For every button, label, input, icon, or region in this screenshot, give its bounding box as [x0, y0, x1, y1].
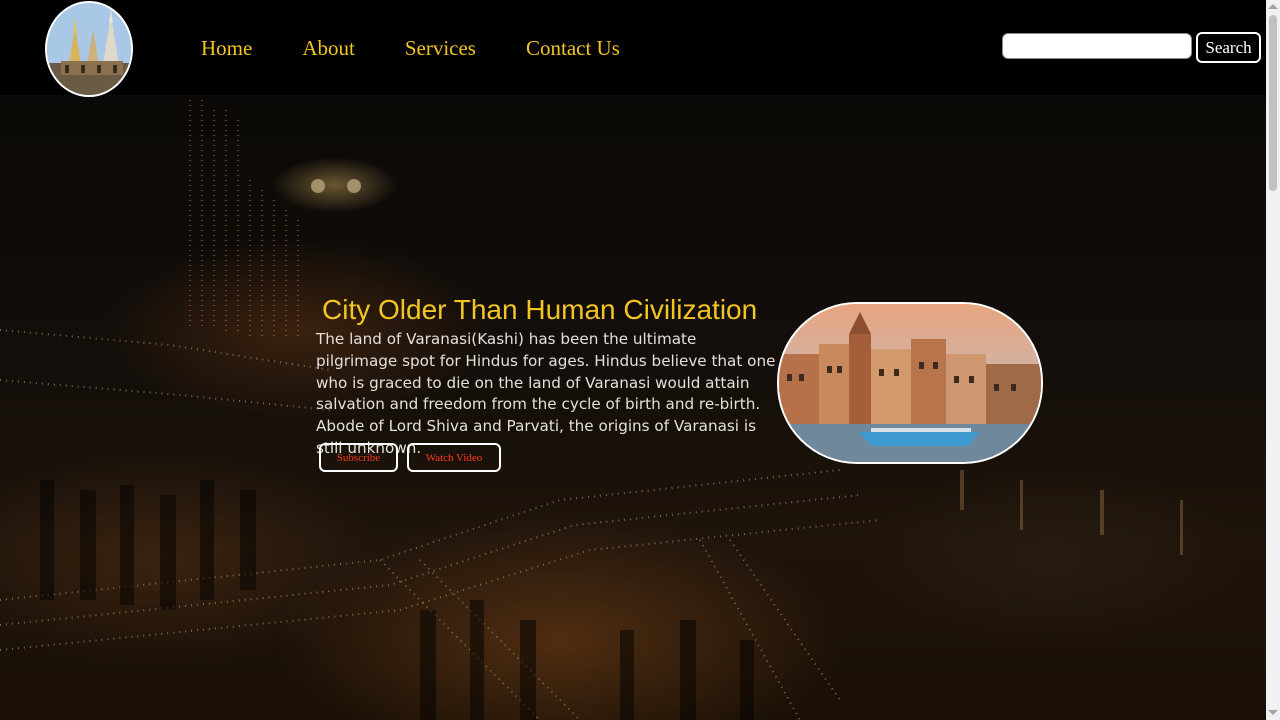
navbar: Home About Services Contact Us Search	[0, 0, 1266, 97]
search-input[interactable]	[1002, 33, 1192, 59]
main-nav: Home About Services Contact Us	[201, 35, 620, 61]
page: Home About Services Contact Us Search Ci…	[0, 0, 1280, 720]
varanasi-ghats-illustration	[779, 304, 1041, 462]
page-scrollbar[interactable]	[1266, 0, 1280, 720]
nav-link-about[interactable]: About	[302, 35, 355, 61]
temple-logo-drawing	[47, 3, 131, 95]
nav-link-services[interactable]: Services	[405, 35, 476, 61]
search-button[interactable]: Search	[1196, 32, 1261, 63]
subscribe-button[interactable]: Subscribe	[319, 443, 398, 472]
nav-link-contact-us[interactable]: Contact Us	[526, 35, 620, 61]
watch-video-button[interactable]: Watch Video	[407, 443, 501, 472]
hero-button-row: Subscribe Watch Video	[319, 443, 501, 472]
scroll-up-arrow-icon[interactable]	[1268, 4, 1278, 9]
varanasi-ghats-boat-image	[777, 302, 1043, 464]
nav-link-home[interactable]: Home	[201, 35, 252, 61]
scrollbar-thumb[interactable]	[1269, 15, 1277, 191]
hero-title: City Older Than Human Civilization	[322, 294, 758, 325]
scroll-down-arrow-icon[interactable]	[1268, 710, 1278, 715]
hero-description: The land of Varanasi(Kashi) has been the…	[316, 330, 776, 457]
kashi-temple-logo-icon[interactable]	[45, 1, 133, 97]
